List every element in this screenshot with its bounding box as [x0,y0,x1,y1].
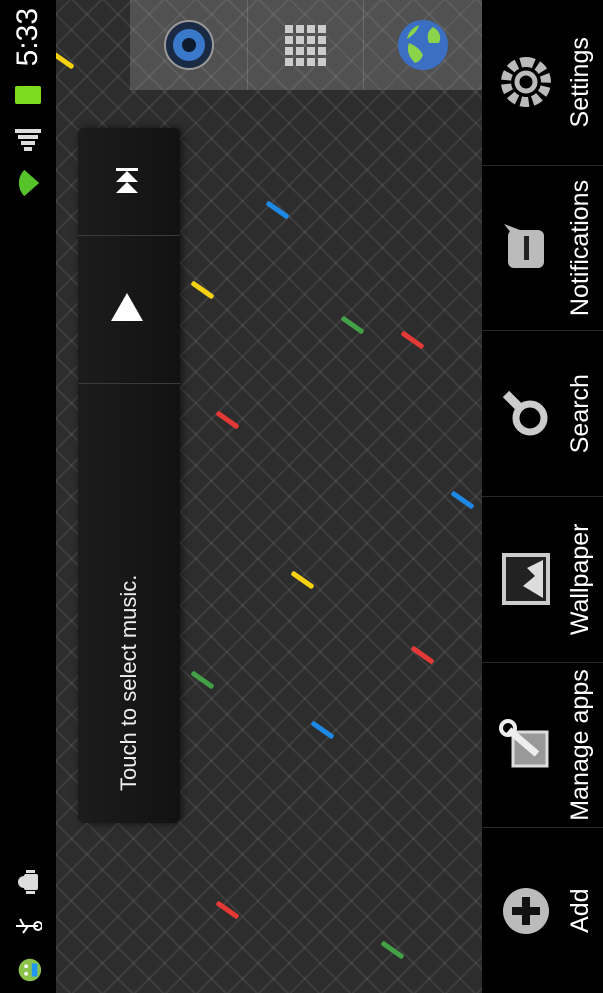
notifications-icon [498,220,554,276]
next-button[interactable] [78,127,180,236]
menu-item-settings[interactable]: Settings [482,0,603,165]
menu-label: Add [566,888,594,933]
music-widget[interactable]: Touch to select music. [78,127,180,823]
menu-label: Notifications [566,179,594,317]
wallpaper-confetti [340,315,365,335]
menu-item-add[interactable]: Add [482,827,603,993]
usb-icon [13,911,43,941]
quick-launch-bar [130,0,482,90]
play-button[interactable] [78,235,180,384]
add-icon [498,883,554,939]
wallpaper-confetti [400,330,425,350]
options-menu: Add Manage apps Wallpaper Search Notific… [482,0,603,993]
play-icon [107,289,151,329]
wallpaper-confetti [380,940,405,960]
app-grid-icon[interactable] [247,0,364,90]
wallpaper-confetti [190,280,215,300]
home-screen: 5:33 Touch to select music. Add Manage a… [0,0,603,993]
wallpaper-confetti [310,720,335,740]
menu-label: Manage apps [566,669,594,821]
search-icon [498,386,554,442]
wallpaper-confetti [290,570,315,590]
menu-item-wallpaper[interactable]: Wallpaper [482,495,603,662]
signal-icon [13,124,43,154]
menu-item-manage-apps[interactable]: Manage apps [482,661,603,828]
settings-icon [498,54,554,110]
browser-globe-icon[interactable] [364,0,482,90]
battery-icon [13,80,43,110]
wallpaper-confetti [410,645,435,665]
wallpaper-icon [498,551,554,607]
wifi-icon [13,168,43,198]
android-icon [13,955,43,985]
menu-label: Wallpaper [566,523,594,636]
menu-item-notifications[interactable]: Notifications [482,164,603,331]
speaker-icon[interactable] [130,0,247,90]
menu-label: Search [566,374,594,454]
menu-label: Settings [566,37,594,128]
debug-icon [13,867,43,897]
manage-apps-icon [498,717,554,773]
menu-item-search[interactable]: Search [482,330,603,496]
clock: 5:33 [11,8,44,67]
wallpaper-confetti [190,670,215,690]
music-widget-text[interactable]: Touch to select music. [116,384,142,823]
wallpaper-confetti [215,900,240,920]
wallpaper-confetti [215,410,240,430]
wallpaper-confetti [265,200,290,220]
wallpaper-confetti [450,490,475,510]
status-bar: 5:33 [0,0,56,993]
next-icon [113,167,145,195]
